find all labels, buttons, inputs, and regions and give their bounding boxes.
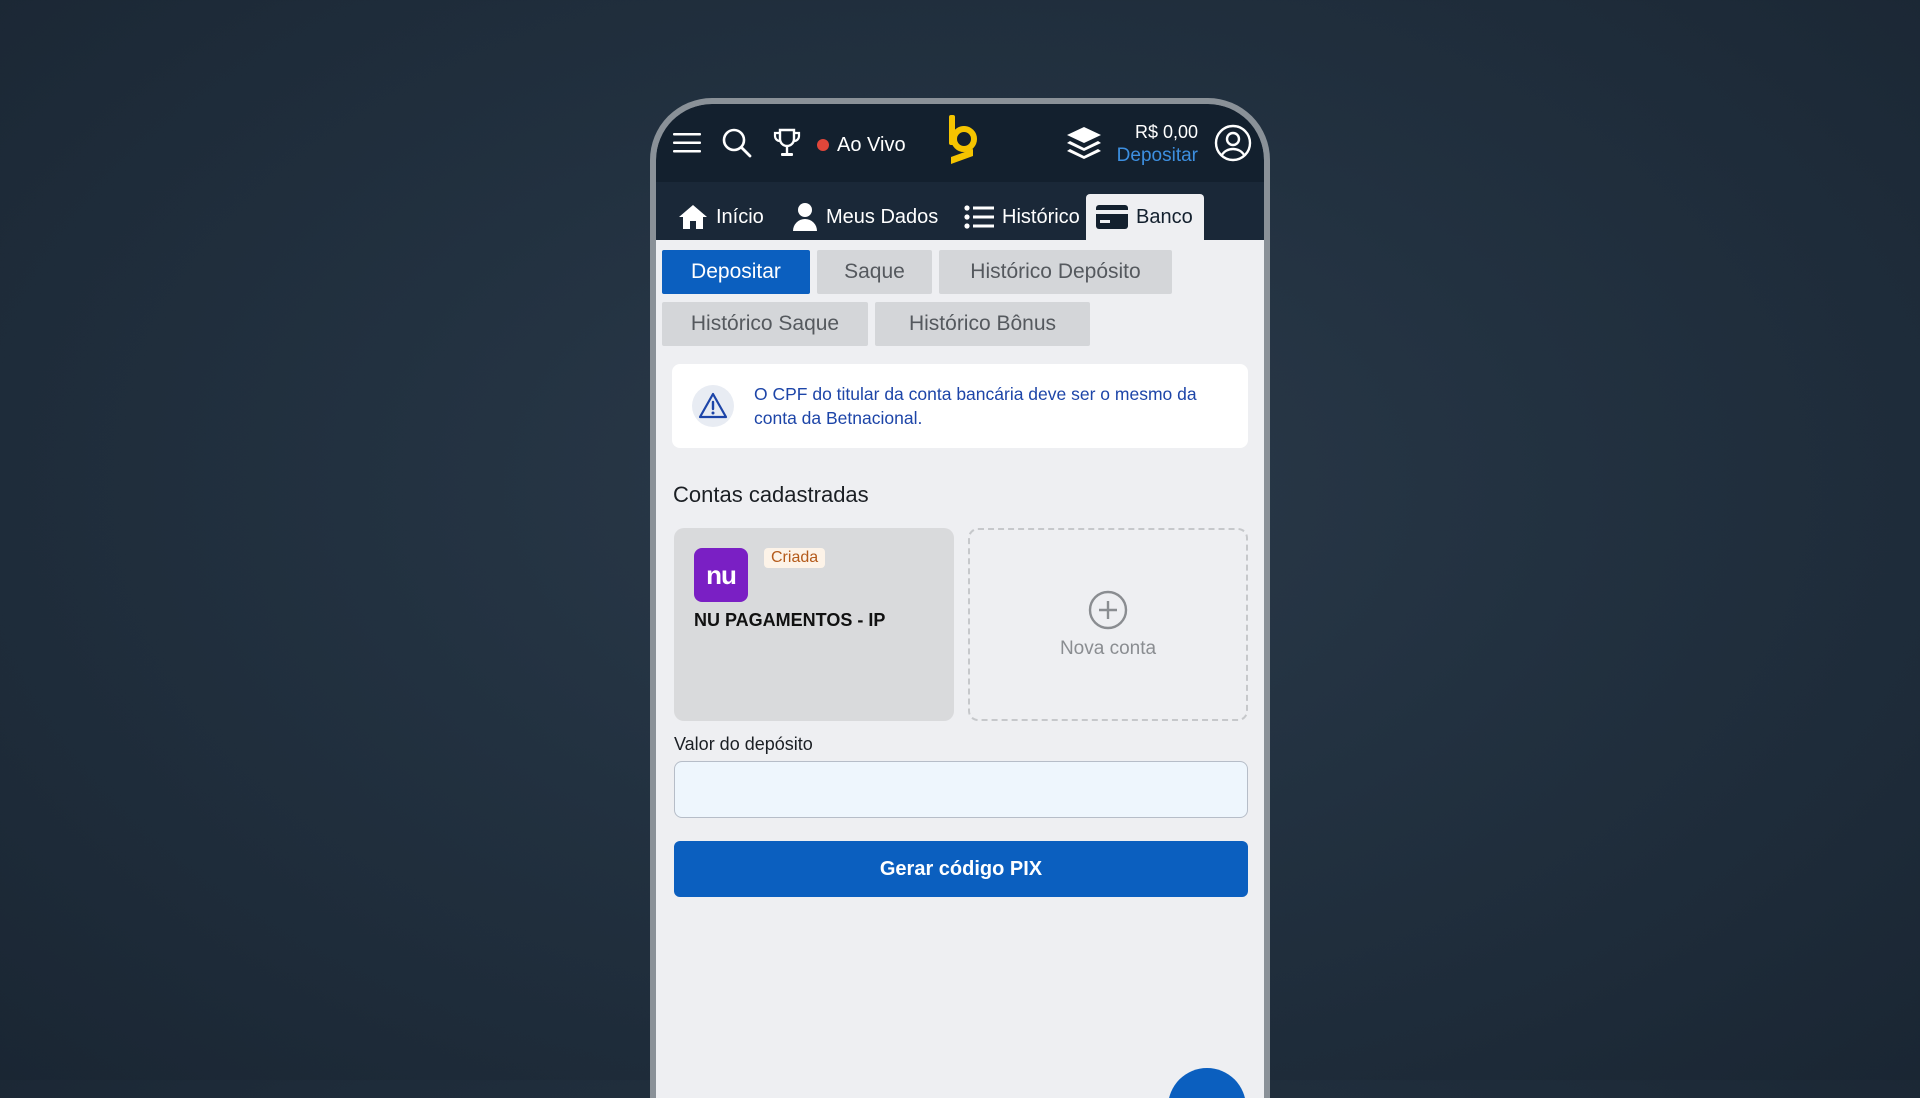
phone-frame: Ao Vivo R$ 0,00 Depositar Início Meus Da…	[650, 98, 1270, 1098]
new-account-button[interactable]: Nova conta	[968, 528, 1248, 721]
nav-label-historico: Histórico	[1002, 205, 1080, 228]
bank-name: NU PAGAMENTOS - IP	[694, 610, 886, 630]
plus-circle-icon	[1088, 590, 1128, 629]
balance-amount: R$ 0,00	[1134, 122, 1198, 142]
nav-item-meus-dados[interactable]: Meus Dados	[782, 194, 948, 240]
generate-pix-button[interactable]: Gerar código PIX	[674, 841, 1248, 897]
subtab-depositar[interactable]: Depositar	[662, 250, 810, 294]
live-dot	[817, 139, 829, 151]
list-icon	[964, 205, 994, 229]
account-nav: Início Meus Dados Histórico Banco	[656, 182, 1264, 240]
cpf-alert: O CPF do titular da conta bancária deve …	[672, 364, 1248, 448]
layers-icon[interactable]	[1064, 124, 1104, 162]
warning-icon	[692, 385, 734, 427]
status-badge: Criada	[764, 548, 826, 568]
betnacional-logo[interactable]	[942, 112, 982, 170]
user-icon	[793, 203, 817, 231]
nav-label-inicio: Início	[716, 205, 764, 228]
account-card[interactable]: nu Criada NU PAGAMENTOS - IP	[674, 528, 954, 721]
chat-fab[interactable]	[1168, 1068, 1246, 1098]
live-link[interactable]: Ao Vivo	[817, 130, 906, 160]
nav-item-historico[interactable]: Histórico	[954, 194, 1090, 240]
deposit-value-label: Valor do depósito	[674, 734, 813, 754]
section-title: Contas cadastradas	[673, 482, 869, 507]
subtab-historico-bonus[interactable]: Histórico Bônus	[875, 302, 1090, 346]
subtab-historico-deposito[interactable]: Histórico Depósito	[939, 250, 1172, 294]
balance-area[interactable]: R$ 0,00 Depositar	[1117, 120, 1198, 168]
alert-message: O CPF do titular da conta bancária deve …	[754, 384, 1197, 428]
app-screen: Ao Vivo R$ 0,00 Depositar Início Meus Da…	[656, 104, 1264, 1098]
top-bar: Ao Vivo R$ 0,00 Depositar	[656, 104, 1264, 182]
nav-item-inicio[interactable]: Início	[668, 194, 774, 240]
nav-label-banco: Banco	[1136, 205, 1193, 228]
trophy-icon[interactable]	[770, 126, 804, 160]
subtab-saque[interactable]: Saque	[817, 250, 932, 294]
nav-label-meus-dados: Meus Dados	[826, 205, 939, 228]
card-icon	[1096, 205, 1128, 229]
home-icon	[679, 205, 707, 229]
nubank-logo: nu	[694, 548, 748, 602]
nav-item-banco[interactable]: Banco	[1086, 194, 1204, 240]
subtab-historico-saque[interactable]: Histórico Saque	[662, 302, 868, 346]
live-label: Ao Vivo	[837, 133, 906, 156]
search-icon[interactable]	[720, 126, 754, 160]
deposit-value-input[interactable]	[674, 761, 1248, 818]
user-circle-icon[interactable]	[1212, 122, 1254, 164]
menu-icon[interactable]	[670, 126, 704, 160]
deposit-link[interactable]: Depositar	[1117, 144, 1198, 168]
new-account-label: Nova conta	[1059, 637, 1157, 659]
